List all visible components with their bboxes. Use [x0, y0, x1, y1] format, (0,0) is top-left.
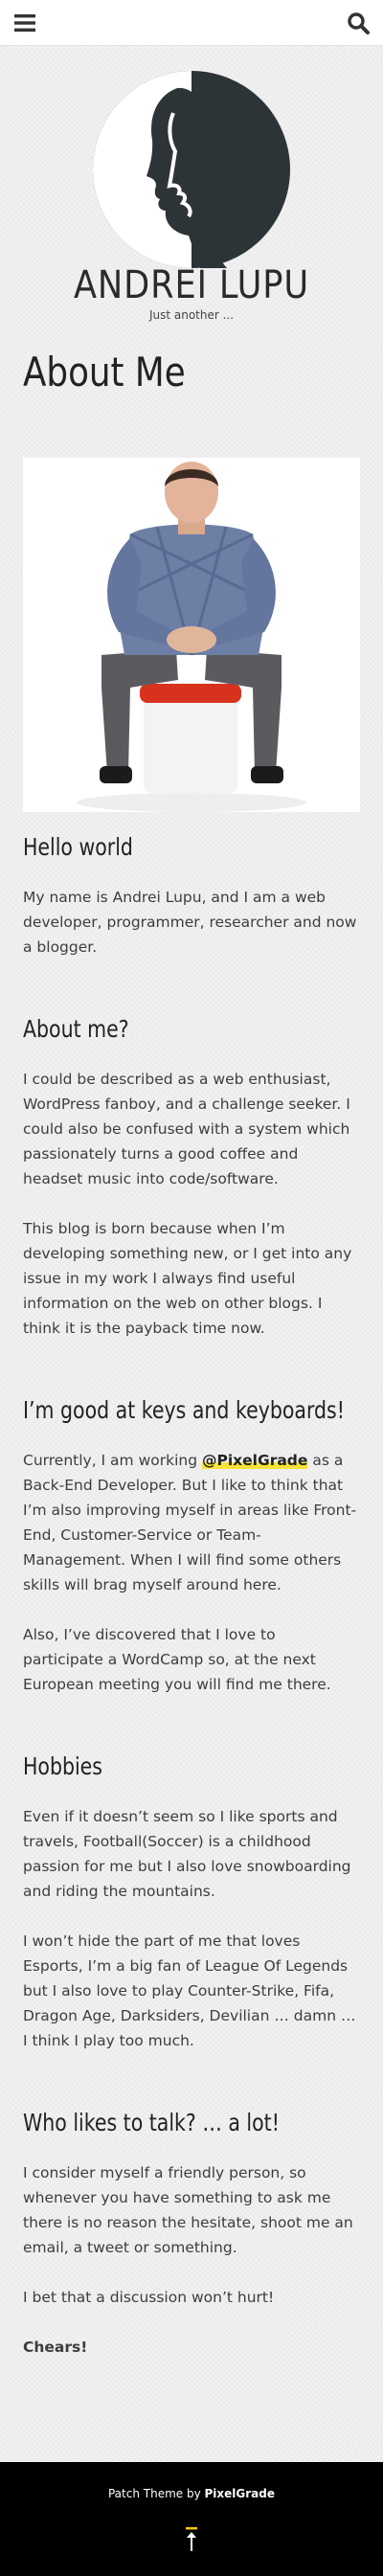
paragraph-about-2: This blog is born because when I’m devel…	[23, 1220, 352, 1337]
hero-photo	[23, 458, 360, 812]
paragraph-hobbies-1: Even if it doesn’t seem so I like sports…	[23, 1808, 351, 1900]
site-footer: Patch Theme by PixelGrade	[0, 2462, 383, 2576]
site-tagline: Just another ...	[148, 308, 235, 322]
arrow-up-icon[interactable]	[184, 2527, 199, 2552]
site-title[interactable]: ANDREI LUPU	[23, 262, 360, 308]
top-bar	[0, 0, 383, 46]
heading-keys-keyboards: I’m good at keys and keyboards!	[23, 1396, 345, 1424]
keys-text-before: Currently, I am working	[23, 1452, 202, 1469]
paragraph-talk-2: I bet that a discussion won’t hurt!	[23, 2289, 275, 2306]
portrait-image	[23, 458, 360, 812]
pixelgrade-footer-link[interactable]: PixelGrade	[205, 2487, 276, 2500]
paragraph-keys-2: Also, I’ve discovered that I love to par…	[23, 1626, 331, 1693]
heading-hello-world: Hello world	[23, 833, 133, 861]
heading-who-likes-to-talk: Who likes to talk? … a lot!	[23, 2109, 280, 2136]
keys-text-after: as a Back-End Developer. But I like to t…	[23, 1452, 357, 1593]
hamburger-menu-icon[interactable]	[13, 11, 36, 34]
paragraph-talk-1: I consider myself a friendly person, so …	[23, 2164, 353, 2256]
signoff: Chears!	[23, 2339, 88, 2356]
pixelgrade-mention-link[interactable]: @PixelGrade	[201, 1452, 308, 1469]
site-logo[interactable]	[93, 71, 290, 268]
footer-credits: Patch Theme by PixelGrade	[0, 2462, 383, 2500]
paragraph-about-1: I could be described as a web enthusiast…	[23, 1071, 350, 1187]
page-title: About Me	[23, 349, 186, 395]
heading-hobbies: Hobbies	[23, 1752, 102, 1780]
footer-credit-text: Patch Theme by	[107, 2487, 205, 2500]
heading-about-me: About me?	[23, 1015, 129, 1043]
search-icon[interactable]	[347, 11, 370, 34]
page-content: Hello world My name is Andrei Lupu, and …	[0, 833, 383, 2360]
site-branding: ANDREI LUPU Just another ...	[0, 46, 383, 322]
paragraph-hobbies-2: I won’t hide the part of me that loves E…	[23, 1932, 356, 2049]
paragraph-intro: My name is Andrei Lupu, and I am a web d…	[23, 889, 357, 956]
paragraph-keys-1: Currently, I am working @PixelGrade as a…	[23, 1448, 360, 1597]
